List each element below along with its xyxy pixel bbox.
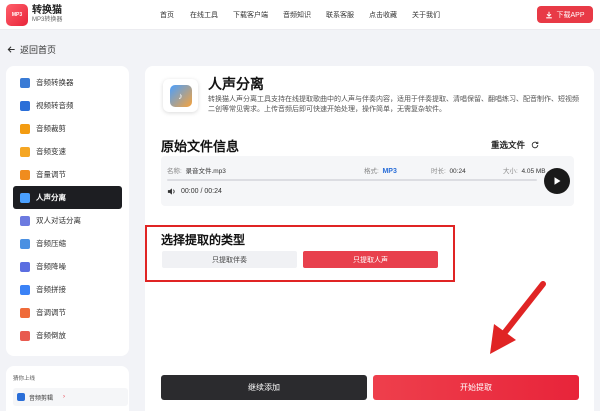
file-size: 大小: 4.05 MB	[503, 168, 546, 175]
dialogue-separation-icon	[20, 215, 30, 226]
file-duration: 时长: 00:24	[431, 168, 466, 175]
recommend-panel: 猜你上线 音频剪辑 ›	[6, 366, 129, 411]
nav-online-tools[interactable]: 在线工具	[190, 10, 218, 20]
file-format: 格式: MP3	[364, 168, 397, 175]
arrow-left-icon	[7, 46, 15, 53]
original-file-title: 原始文件信息	[161, 139, 240, 154]
brand-name: 转换猫	[32, 5, 62, 16]
video-to-audio-icon	[20, 100, 30, 111]
reselect-file-button[interactable]: 重选文件	[491, 139, 539, 151]
download-app-button[interactable]: 下载APP	[537, 6, 593, 23]
audio-compress-icon	[20, 238, 30, 249]
chevron-right-icon: ›	[63, 394, 66, 400]
tool-sidebar: 音频转换器 视频转音频 音频裁剪 音频变速 音量调节 人声分离 双人对话分离 音…	[6, 66, 129, 356]
brand[interactable]: 转换猫 MP3转换器	[32, 5, 62, 24]
sidebar-item-audio-converter[interactable]: 音频转换器	[13, 71, 122, 94]
reverse-icon	[20, 330, 30, 341]
top-navigation-bar: MP3 转换猫 MP3转换器 首页 在线工具 下载客户端 音频知识 联系客服 点…	[0, 0, 600, 30]
volume-icon	[20, 169, 30, 180]
file-info-card: 名称: 录音文件.mp3 格式: MP3 时长: 00:24 大小: 4.05 …	[161, 156, 574, 206]
music-note-icon: ♪	[169, 84, 192, 107]
recommend-title: 猜你上线	[13, 376, 36, 382]
nav-bookmark[interactable]: 点击收藏	[369, 10, 397, 20]
extract-accompaniment-option[interactable]: 只提取伴奏	[162, 251, 297, 268]
extract-vocals-option[interactable]: 只提取人声	[303, 251, 438, 268]
brand-subtitle: MP3转换器	[32, 17, 63, 23]
audio-converter-icon	[20, 77, 30, 88]
extract-type-title: 选择提取的类型	[161, 233, 246, 247]
speaker-icon[interactable]	[167, 187, 176, 196]
sidebar-item-dialogue-separation[interactable]: 双人对话分离	[13, 209, 122, 232]
audio-edit-icon	[17, 393, 25, 401]
sidebar-item-audio-merge[interactable]: 音频拼接	[13, 278, 122, 301]
audio-trim-icon	[20, 123, 30, 134]
download-icon	[546, 11, 553, 18]
noise-reduction-icon	[20, 261, 30, 272]
main-panel: ♪ 人声分离 转换猫人声分离工具支持在线提取歌曲中的人声与伴奏内容，适用于伴奏提…	[145, 66, 594, 411]
tool-icon: ♪	[163, 79, 198, 112]
sidebar-item-volume[interactable]: 音量调节	[13, 163, 122, 186]
sidebar-item-audio-trim[interactable]: 音频裁剪	[13, 117, 122, 140]
recommend-item-audio-edit[interactable]: 音频剪辑 ›	[13, 388, 128, 406]
sidebar-item-pitch[interactable]: 音调调节	[13, 301, 122, 324]
refresh-icon	[531, 141, 539, 149]
nav-contact-support[interactable]: 联系客服	[326, 10, 354, 20]
back-home-link[interactable]: 返回首页	[7, 43, 56, 56]
nav-about[interactable]: 关于我们	[412, 10, 440, 20]
app-logo[interactable]: MP3	[6, 4, 28, 26]
vocal-separation-icon	[20, 192, 30, 203]
continue-add-button[interactable]: 继续添加	[161, 375, 367, 400]
play-button[interactable]	[544, 168, 570, 194]
back-home-label: 返回首页	[20, 45, 57, 55]
nav-home[interactable]: 首页	[160, 10, 174, 20]
play-icon	[554, 177, 561, 185]
audio-merge-icon	[20, 284, 30, 295]
sidebar-item-audio-compress[interactable]: 音频压缩	[13, 232, 122, 255]
start-extract-button[interactable]: 开始提取	[373, 375, 579, 400]
tool-description: 转换猫人声分离工具支持在线提取歌曲中的人声与伴奏内容，适用于伴奏提取、清唱保留、…	[208, 96, 579, 113]
main-nav: 首页 在线工具 下载客户端 音频知识 联系客服 点击收藏 关于我们	[160, 0, 455, 30]
sidebar-item-reverse[interactable]: 音频倒放	[13, 324, 122, 347]
sidebar-item-video-to-audio[interactable]: 视频转音频	[13, 94, 122, 117]
playback-progress-bar[interactable]	[167, 179, 537, 181]
reselect-file-label: 重选文件	[491, 140, 526, 150]
extract-type-section: 选择提取的类型 只提取伴奏 只提取人声	[145, 225, 455, 282]
sidebar-item-audio-speed[interactable]: 音频变速	[13, 140, 122, 163]
playback-time: 00:00 / 00:24	[167, 187, 222, 196]
sidebar-item-noise-reduction[interactable]: 音频降噪	[13, 255, 122, 278]
page-title: 人声分离	[208, 76, 264, 92]
audio-speed-icon	[20, 146, 30, 157]
file-name: 名称: 录音文件.mp3	[167, 168, 226, 175]
download-app-label: 下载APP	[556, 11, 585, 19]
red-arrow-annotation	[490, 281, 546, 354]
nav-download-client[interactable]: 下载客户端	[233, 10, 268, 20]
nav-audio-knowledge[interactable]: 音频知识	[283, 10, 311, 20]
current-time: 00:00 / 00:24	[181, 188, 222, 195]
sidebar-item-vocal-separation[interactable]: 人声分离	[13, 186, 122, 209]
pitch-icon	[20, 307, 30, 318]
